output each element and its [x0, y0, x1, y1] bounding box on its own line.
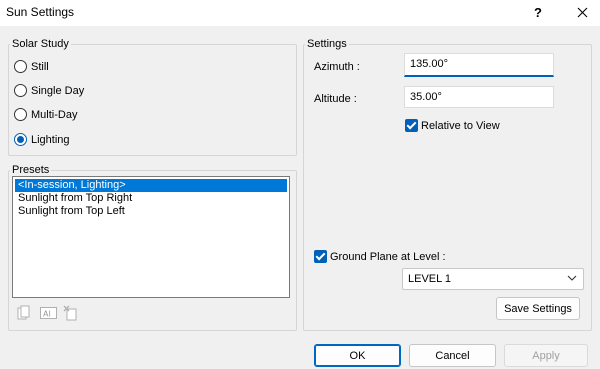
apply-button[interactable]: Apply — [504, 344, 588, 367]
dialog-title: Sun Settings — [6, 5, 75, 19]
azimuth-input[interactable]: 135.00° — [404, 53, 554, 77]
radio-lighting-label: Lighting — [31, 133, 70, 146]
solar-study-legend: Solar Study — [12, 38, 69, 50]
help-button[interactable]: ? — [518, 0, 558, 24]
list-item[interactable]: Sunlight from Top Right — [15, 192, 287, 205]
level-dropdown-value: LEVEL 1 — [408, 273, 452, 285]
radio-still-indicator[interactable] — [14, 60, 27, 73]
close-button[interactable] — [562, 0, 600, 24]
ground-plane-label: Ground Plane at Level : — [330, 250, 446, 263]
radio-single-day[interactable]: Single Day — [14, 84, 84, 97]
altitude-input[interactable]: 35.00° — [404, 86, 554, 108]
radio-single-day-indicator[interactable] — [14, 84, 27, 97]
radio-still[interactable]: Still — [14, 60, 49, 73]
relative-to-view-checkbox[interactable] — [405, 119, 418, 132]
svg-text:AI: AI — [43, 310, 51, 319]
cancel-button[interactable]: Cancel — [409, 344, 496, 367]
radio-multi-day-indicator[interactable] — [14, 108, 27, 121]
title-bar: Sun Settings ? — [0, 0, 600, 26]
settings-legend: Settings — [307, 38, 347, 50]
presets-legend: Presets — [12, 164, 50, 176]
duplicate-icon[interactable] — [16, 305, 32, 321]
azimuth-label: Azimuth : — [314, 61, 360, 73]
radio-multi-day-label: Multi-Day — [31, 108, 78, 121]
presets-list[interactable]: <In-session, Lighting> Sunlight from Top… — [12, 176, 290, 298]
radio-lighting-indicator[interactable] — [14, 133, 27, 146]
ground-plane-checkbox[interactable] — [314, 250, 327, 263]
relative-to-view-label: Relative to View — [421, 119, 500, 132]
ground-plane-option[interactable]: Ground Plane at Level : — [314, 250, 446, 263]
radio-lighting[interactable]: Lighting — [14, 133, 70, 146]
list-item[interactable]: <In-session, Lighting> — [15, 179, 287, 192]
level-dropdown[interactable]: LEVEL 1 — [402, 268, 584, 290]
save-settings-button[interactable]: Save Settings — [496, 297, 580, 320]
ok-button[interactable]: OK — [314, 344, 401, 367]
list-item[interactable]: Sunlight from Top Left — [15, 205, 287, 218]
radio-single-day-label: Single Day — [31, 84, 85, 97]
altitude-label: Altitude : — [314, 93, 357, 105]
close-icon — [577, 7, 587, 17]
chevron-down-icon — [567, 275, 577, 281]
radio-still-label: Still — [31, 60, 49, 73]
delete-icon[interactable] — [63, 305, 79, 321]
rename-icon[interactable]: AI — [39, 305, 57, 321]
radio-multi-day[interactable]: Multi-Day — [14, 108, 77, 121]
relative-to-view-option[interactable]: Relative to View — [405, 119, 500, 132]
